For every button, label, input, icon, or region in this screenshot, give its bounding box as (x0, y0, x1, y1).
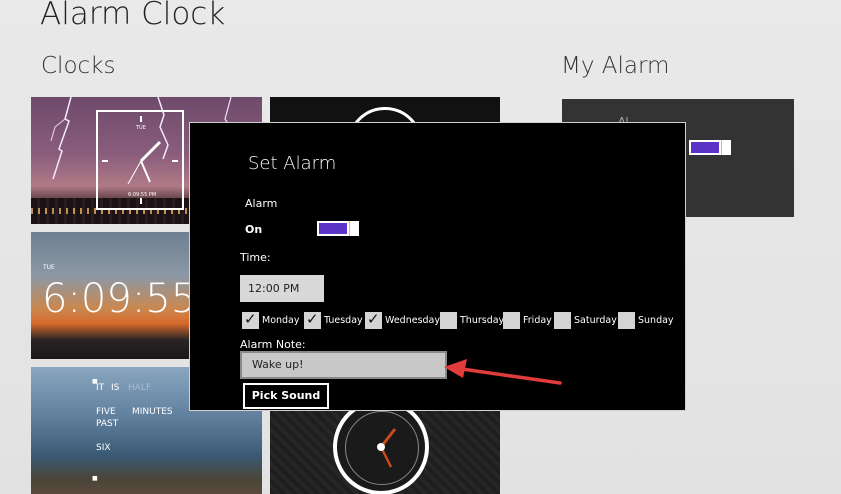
annotation-arrow (444, 359, 562, 385)
